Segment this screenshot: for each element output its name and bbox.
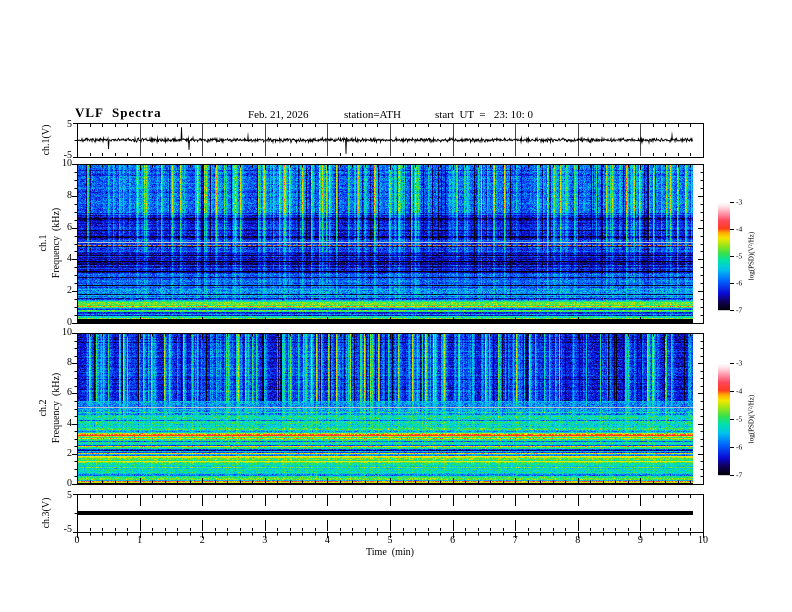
time-axis-title: Time (min) xyxy=(366,547,414,558)
time-tick-label: 8 xyxy=(575,535,581,546)
colorbar1-tick-label: -4 xyxy=(736,224,743,234)
vlf-spectra-figure: VLF Spectra Feb. 21, 2026 station=ATH st… xyxy=(0,0,792,612)
ch1-channel-axis-label: ch.1 xyxy=(38,234,49,252)
colorbar1-tick-label: -5 xyxy=(736,251,743,261)
colorbar2-tick-label: -5 xyxy=(736,414,743,424)
ch2-frequency-axis-label: Frequency (kHz) xyxy=(51,372,62,444)
colorbar2-tick-label: -3 xyxy=(736,358,743,368)
plot-canvas xyxy=(0,0,792,612)
ch3-voltage-axis-label: ch.3(V) xyxy=(41,497,52,529)
ch2-freq-tick-label: 6 xyxy=(67,387,72,399)
ch2-freq-tick-label: 10 xyxy=(62,327,72,338)
page-title: VLF Spectra xyxy=(75,105,162,120)
time-tick-label: 0 xyxy=(74,535,80,546)
ch1-frequency-axis-label: Frequency (kHz) xyxy=(51,207,62,279)
date-label: Feb. 21, 2026 xyxy=(248,109,309,121)
colorbar2-tick-label: -6 xyxy=(736,442,743,452)
ch1-volt-tick-label: 5 xyxy=(67,118,72,130)
colorbar2-tick-label: -4 xyxy=(736,386,743,396)
ch2-freq-tick-label: 0 xyxy=(67,478,72,489)
colorbar1-unit-label: log(PSD)(V²/Hz) xyxy=(747,231,756,281)
colorbar2-unit-label: log(PSD)(V²/Hz) xyxy=(747,394,756,444)
start-ut-label: start UT = 23: 10: 0 xyxy=(435,109,533,121)
ch3-volt-tick-label: 5 xyxy=(67,490,72,501)
ch1-freq-tick-label: 8 xyxy=(67,189,72,201)
ch1-freq-tick-label: 2 xyxy=(67,285,72,297)
ch3-volt-tick-label: -5 xyxy=(63,524,72,535)
time-tick-label: 2 xyxy=(199,535,205,546)
time-tick-label: 1 xyxy=(137,535,143,546)
ch1-freq-tick-label: 4 xyxy=(67,253,72,265)
colorbar1-tick-label: -6 xyxy=(736,278,743,288)
time-tick-label: 3 xyxy=(262,535,268,546)
colorbar1-tick-label: -3 xyxy=(736,197,743,207)
ch2-freq-tick-label: 4 xyxy=(67,417,72,429)
ch1-freq-tick-label: 6 xyxy=(67,221,72,233)
ch2-freq-tick-label: 8 xyxy=(67,357,72,369)
time-tick-label: 9 xyxy=(637,535,643,546)
time-tick-label: 10 xyxy=(698,535,708,546)
time-tick-label: 6 xyxy=(450,535,456,546)
ch2-channel-axis-label: ch.2 xyxy=(38,399,49,417)
colorbar2-tick-label: -7 xyxy=(736,470,743,480)
time-tick-label: 5 xyxy=(387,535,393,546)
ch1-freq-tick-label: 10 xyxy=(62,158,72,169)
ch2-freq-tick-label: 2 xyxy=(67,447,72,459)
station-label: station=ATH xyxy=(344,109,401,121)
time-tick-label: 7 xyxy=(512,535,518,546)
ch1-voltage-axis-label: ch.1(V) xyxy=(41,124,52,156)
time-tick-label: 4 xyxy=(324,535,330,546)
colorbar1-tick-label: -7 xyxy=(736,305,743,315)
